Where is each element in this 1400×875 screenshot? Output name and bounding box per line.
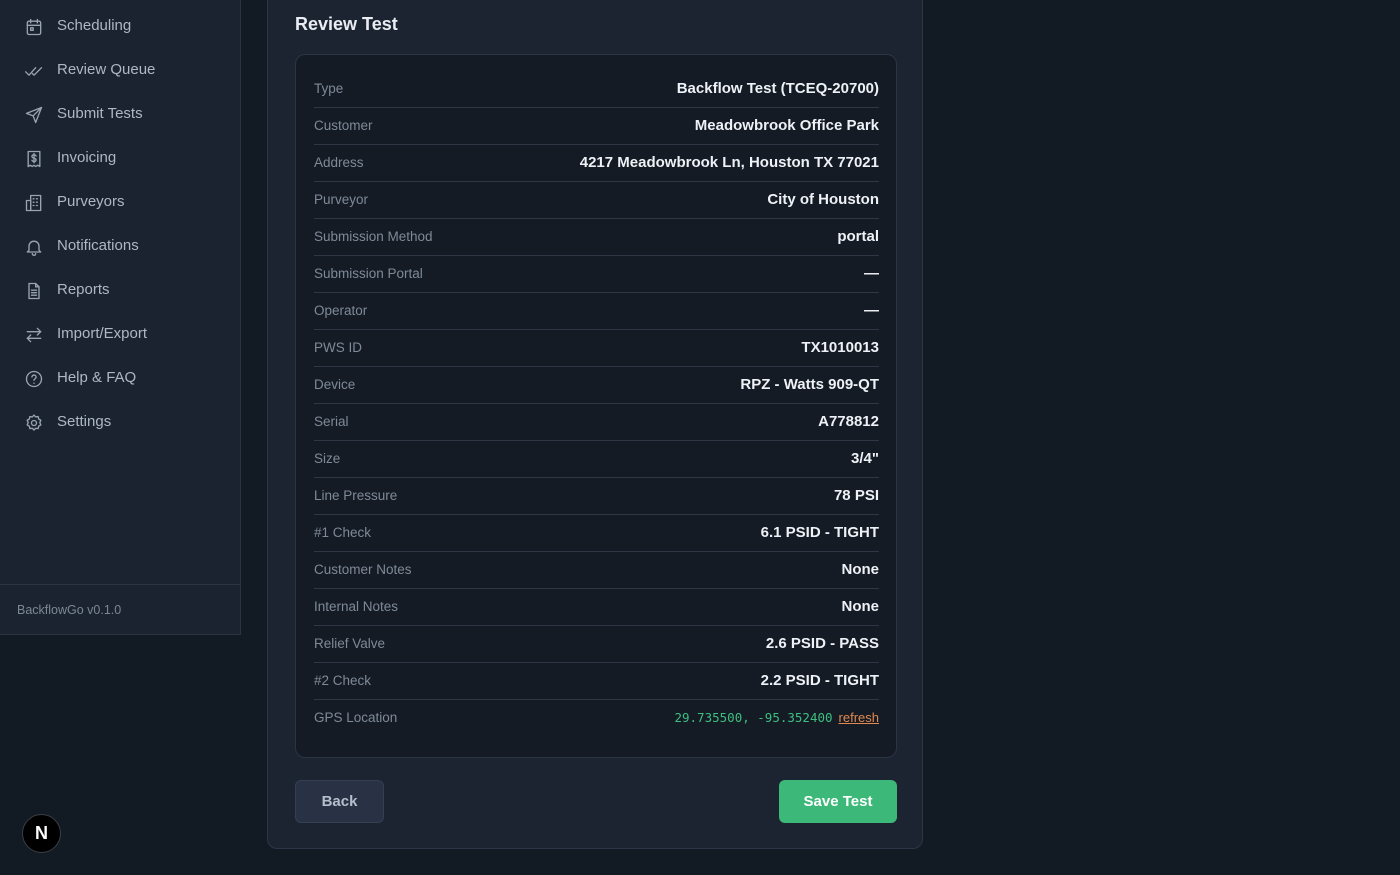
sidebar-item-settings[interactable]: Settings: [0, 402, 240, 442]
detail-row-pws-id: PWS ID TX1010013: [314, 330, 879, 367]
detail-value: Backflow Test (TCEQ-20700): [676, 80, 879, 97]
detail-value: 4217 Meadowbrook Ln, Houston TX 77021: [579, 154, 879, 171]
detail-label: PWS ID: [314, 340, 363, 355]
save-test-button[interactable]: Save Test: [779, 780, 897, 823]
sidebar-item-label: Purveyors: [57, 193, 125, 210]
detail-label: Customer: [314, 118, 373, 133]
sidebar-item-label: Submit Tests: [57, 105, 143, 122]
detail-label: Internal Notes: [314, 599, 399, 614]
detail-value: 3/4": [851, 450, 879, 467]
detail-row-customer: Customer Meadowbrook Office Park: [314, 108, 879, 145]
document-icon: [23, 280, 44, 301]
sidebar-item-notifications[interactable]: Notifications: [0, 226, 240, 266]
detail-label: Address: [314, 155, 364, 170]
sidebar-item-submit-tests[interactable]: Submit Tests: [0, 94, 240, 134]
double-check-icon: [23, 60, 44, 81]
detail-value: 2.2 PSID - TIGHT: [760, 672, 879, 689]
detail-row-submission-method: Submission Method portal: [314, 219, 879, 256]
detail-label: Operator: [314, 303, 368, 318]
detail-label: Purveyor: [314, 192, 369, 207]
sidebar-item-label: Invoicing: [57, 149, 117, 166]
detail-row-relief-valve: Relief Valve 2.6 PSID - PASS: [314, 626, 879, 663]
detail-label: Customer Notes: [314, 562, 412, 577]
detail-value: A778812: [818, 413, 879, 430]
app-version: BackflowGo v0.1.0: [17, 603, 122, 617]
detail-row-size: Size 3/4": [314, 441, 879, 478]
detail-value: 2.6 PSID - PASS: [765, 635, 879, 652]
sidebar: Scheduling Review Queue Submit Tests Inv…: [0, 0, 241, 635]
arrows-exchange-icon: [23, 324, 44, 345]
gps-coordinates: 29.735500, -95.352400: [674, 710, 833, 725]
sidebar-item-label: Settings: [57, 413, 112, 430]
detail-row-check-2: #2 Check 2.2 PSID - TIGHT: [314, 663, 879, 700]
detail-value: None: [841, 598, 880, 615]
detail-row-device: Device RPZ - Watts 909-QT: [314, 367, 879, 404]
detail-value: TX1010013: [801, 339, 879, 356]
send-icon: [23, 104, 44, 125]
help-circle-icon: [23, 368, 44, 389]
sidebar-item-invoicing[interactable]: Invoicing: [0, 138, 240, 178]
sidebar-item-help-faq[interactable]: Help & FAQ: [0, 358, 240, 398]
sidebar-item-scheduling[interactable]: Scheduling: [0, 6, 240, 46]
sidebar-item-label: Import/Export: [57, 325, 148, 342]
test-details-card: Type Backflow Test (TCEQ-20700) Customer…: [295, 54, 897, 758]
detail-value: —: [864, 302, 879, 319]
gear-icon: [23, 412, 44, 433]
detail-value: City of Houston: [767, 191, 879, 208]
detail-row-operator: Operator —: [314, 293, 879, 330]
detail-row-serial: Serial A778812: [314, 404, 879, 441]
detail-label: #1 Check: [314, 525, 372, 540]
detail-row-type: Type Backflow Test (TCEQ-20700): [314, 71, 879, 108]
detail-row-purveyor: Purveyor City of Houston: [314, 182, 879, 219]
detail-row-customer-notes: Customer Notes None: [314, 552, 879, 589]
sidebar-item-reports[interactable]: Reports: [0, 270, 240, 310]
sidebar-item-label: Scheduling: [57, 17, 132, 34]
sidebar-item-purveyors[interactable]: Purveyors: [0, 182, 240, 222]
gps-refresh-link[interactable]: refresh: [839, 710, 879, 725]
sidebar-item-label: Notifications: [57, 237, 139, 254]
detail-value: Meadowbrook Office Park: [694, 117, 879, 134]
detail-label: GPS Location: [314, 710, 398, 725]
review-test-panel: Review Test Type Backflow Test (TCEQ-207…: [267, 0, 923, 849]
detail-label: Submission Portal: [314, 266, 423, 281]
detail-value: portal: [837, 228, 879, 245]
detail-label: Relief Valve: [314, 636, 386, 651]
sidebar-footer: BackflowGo v0.1.0: [0, 584, 240, 635]
bell-icon: [23, 236, 44, 257]
detail-value: None: [841, 561, 880, 578]
sidebar-item-label: Reports: [57, 281, 110, 298]
detail-value: 78 PSI: [833, 487, 879, 504]
detail-row-internal-notes: Internal Notes None: [314, 589, 879, 626]
detail-row-check-1: #1 Check 6.1 PSID - TIGHT: [314, 515, 879, 552]
sidebar-item-label: Review Queue: [57, 61, 156, 78]
calendar-icon: [23, 16, 44, 37]
detail-label: Type: [314, 81, 344, 96]
dev-tools-badge[interactable]: N: [22, 814, 61, 853]
detail-label: Serial: [314, 414, 349, 429]
detail-row-line-pressure: Line Pressure 78 PSI: [314, 478, 879, 515]
sidebar-item-import-export[interactable]: Import/Export: [0, 314, 240, 354]
back-button[interactable]: Back: [295, 780, 384, 823]
detail-label: Size: [314, 451, 341, 466]
building-icon: [23, 192, 44, 213]
detail-row-address: Address 4217 Meadowbrook Ln, Houston TX …: [314, 145, 879, 182]
receipt-icon: [23, 148, 44, 169]
detail-label: #2 Check: [314, 673, 372, 688]
detail-value: 6.1 PSID - TIGHT: [760, 524, 879, 541]
detail-label: Line Pressure: [314, 488, 398, 503]
gps-value: 29.735500, -95.352400 refresh: [674, 710, 879, 725]
sidebar-item-review-queue[interactable]: Review Queue: [0, 50, 240, 90]
detail-row-gps-location: GPS Location 29.735500, -95.352400 refres…: [314, 700, 879, 737]
detail-row-submission-portal: Submission Portal —: [314, 256, 879, 293]
page-title: Review Test: [295, 14, 398, 34]
detail-label: Submission Method: [314, 229, 433, 244]
detail-value: RPZ - Watts 909-QT: [740, 376, 879, 393]
detail-value: —: [864, 265, 879, 282]
detail-label: Device: [314, 377, 356, 392]
sidebar-item-label: Help & FAQ: [57, 369, 137, 386]
